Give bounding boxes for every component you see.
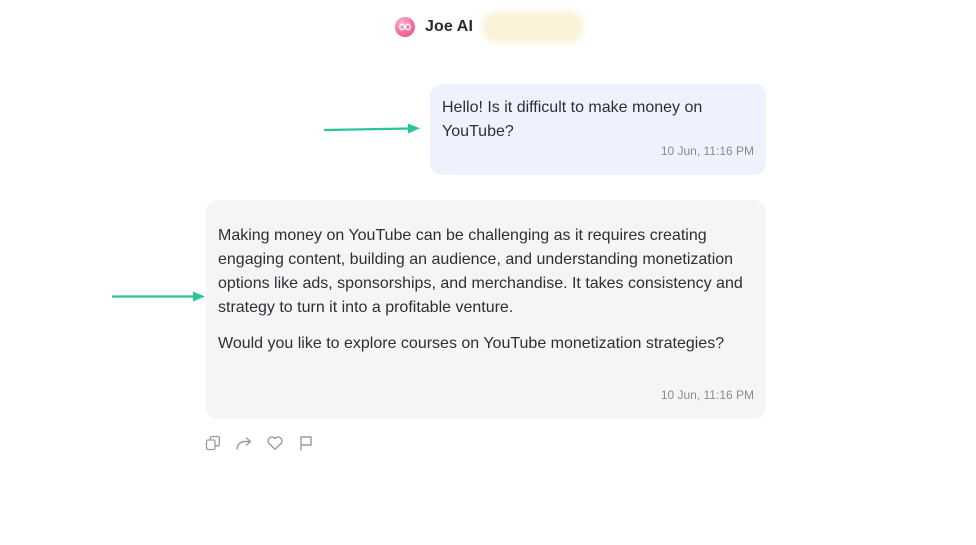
report-button[interactable] xyxy=(297,434,315,452)
like-button[interactable] xyxy=(266,434,284,452)
assistant-message-bubble: Making money on YouTube can be challengi… xyxy=(206,200,766,419)
user-message-bubble: Hello! Is it difficult to make money on … xyxy=(430,84,766,175)
copy-button[interactable] xyxy=(204,434,222,452)
annotation-arrow-user xyxy=(323,123,420,134)
user-message-timestamp: 10 Jun, 11:16 PM xyxy=(660,144,754,158)
assistant-message-timestamp: 10 Jun, 11:16 PM xyxy=(660,388,754,402)
user-message-text: Hello! Is it difficult to make money on … xyxy=(442,99,703,140)
flag-icon xyxy=(300,436,312,451)
share-button[interactable] xyxy=(235,434,253,452)
infinity-logo-icon xyxy=(394,17,415,37)
share-icon xyxy=(236,437,252,450)
assistant-message-paragraph: Would you like to explore courses on You… xyxy=(218,335,725,352)
message-actions xyxy=(204,434,328,452)
blurred-badge xyxy=(485,14,582,40)
copy-icon xyxy=(205,435,220,451)
heart-icon xyxy=(267,436,283,450)
chat-header: Joe AI xyxy=(0,12,976,42)
chat-title: Joe AI xyxy=(424,18,474,35)
annotation-arrow-assistant xyxy=(111,291,205,302)
assistant-message-paragraph: Making money on YouTube can be challengi… xyxy=(218,227,743,316)
